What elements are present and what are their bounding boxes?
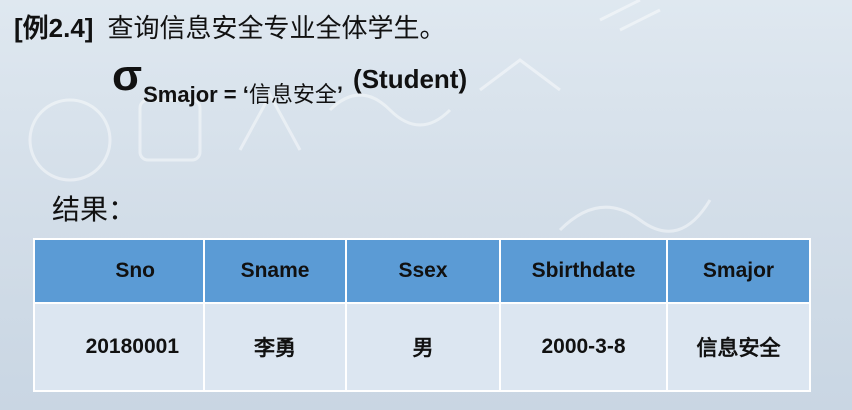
table-cell: 李勇 [203,302,347,392]
column-header: Ssex [345,238,501,304]
result-table: Sno Sname Ssex Sbirthdate Smajor 2018000… [33,238,811,392]
condition-value: 信息安全 [248,82,337,107]
condition-close-quote: ’ [336,82,344,107]
example-heading: [例2.4] 查询信息安全专业全体学生。 [14,8,445,45]
example-number: [例2.4] [14,13,94,43]
table-cell: 20180001 [33,302,205,392]
example-description: 查询信息安全专业全体学生。 [107,13,446,43]
table-cell: 男 [345,302,501,392]
table-cell: 2000-3-8 [499,302,668,392]
table-header-row: Sno Sname Ssex Sbirthdate Smajor [33,238,811,304]
selection-formula: σSmajor = ‘信息安全’ (Student) [112,51,468,108]
selection-condition: Smajor = ‘信息安全’ [143,82,343,107]
table-cell: 信息安全 [666,302,811,392]
sigma-operator: σ [112,51,143,100]
column-header: Smajor [666,238,811,304]
column-header: Sno [33,238,205,304]
table-row: 20180001 李勇 男 2000-3-8 信息安全 [33,302,811,392]
result-label: 结果： [52,194,137,225]
relation-name: (Student) [353,64,468,94]
column-header: Sname [203,238,347,304]
condition-attribute: Smajor = ‘ [143,82,249,107]
column-header: Sbirthdate [499,238,668,304]
